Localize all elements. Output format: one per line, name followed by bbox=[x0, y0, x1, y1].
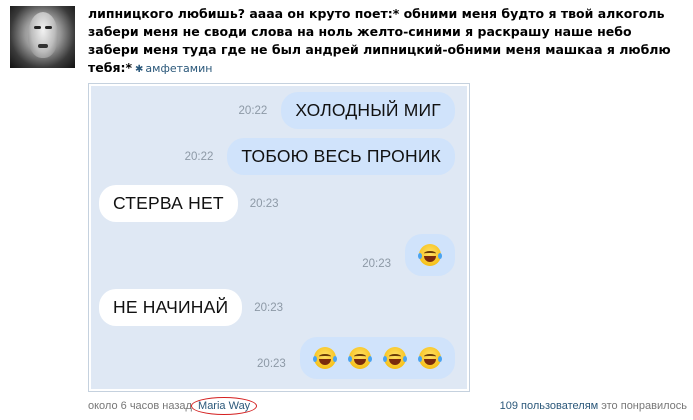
post-author-link[interactable]: амфетамин bbox=[145, 62, 212, 75]
tears-of-joy-icon bbox=[347, 347, 372, 370]
avatar-eye-left bbox=[34, 26, 41, 29]
message-bubble: СТЕРВА НЕТ bbox=[99, 185, 238, 222]
chat-message-in: СТЕРВА НЕТ 20:23 bbox=[99, 185, 279, 222]
tears-of-joy-icon bbox=[418, 347, 442, 370]
avatar-eye-right bbox=[45, 26, 52, 29]
post-time[interactable]: около 6 часов назад bbox=[88, 400, 192, 412]
message-bubble bbox=[299, 337, 455, 380]
mention-link[interactable]: Maria Way bbox=[191, 397, 258, 415]
tears-of-joy-icon bbox=[382, 347, 407, 370]
likes-suffix: это понравилось bbox=[598, 400, 687, 412]
post-body: липницкого любишь? аааа он круто поет:* … bbox=[88, 5, 688, 79]
chat-message-out: 20:22 ХОЛОДНЫЙ МИГ bbox=[239, 92, 455, 129]
post-footer: около 6 часов назад Maria Way 109 пользо… bbox=[88, 397, 693, 415]
message-time: 20:22 bbox=[238, 104, 268, 117]
message-bubble: НЕ НАЧИНАЙ bbox=[99, 289, 243, 326]
message-bubble bbox=[405, 234, 455, 277]
message-time: 20:23 bbox=[254, 301, 284, 314]
likes-count[interactable]: 109 пользователям bbox=[500, 400, 599, 412]
chat-message-out: 20:23 bbox=[362, 234, 455, 277]
likes-summary[interactable]: 109 пользователям это понравилось bbox=[500, 400, 687, 412]
message-bubble: ХОЛОДНЫЙ МИГ bbox=[281, 92, 455, 129]
message-time: 20:23 bbox=[257, 358, 286, 371]
author-icon: ✱ bbox=[135, 64, 144, 75]
avatar[interactable] bbox=[10, 6, 75, 68]
chat-message-in: НЕ НАЧИНАЙ 20:23 bbox=[99, 289, 283, 326]
chat-message-out: 20:22 ТОБОЮ ВЕСЬ ПРОНИК bbox=[185, 138, 455, 175]
message-time: 20:23 bbox=[249, 197, 279, 210]
avatar-lips bbox=[38, 44, 48, 48]
avatar-face bbox=[28, 12, 58, 58]
chat-message-out: 20:23 bbox=[257, 337, 455, 380]
message-time: 20:22 bbox=[184, 150, 214, 163]
chat-screenshot-image[interactable]: 20:22 ХОЛОДНЫЙ МИГ 20:22 ТОБОЮ ВЕСЬ ПРОН… bbox=[88, 83, 470, 392]
tears-of-joy-icon bbox=[418, 244, 442, 267]
tears-of-joy-icon bbox=[312, 347, 337, 370]
message-bubble: ТОБОЮ ВЕСЬ ПРОНИК bbox=[227, 138, 455, 175]
message-time: 20:23 bbox=[362, 258, 391, 271]
